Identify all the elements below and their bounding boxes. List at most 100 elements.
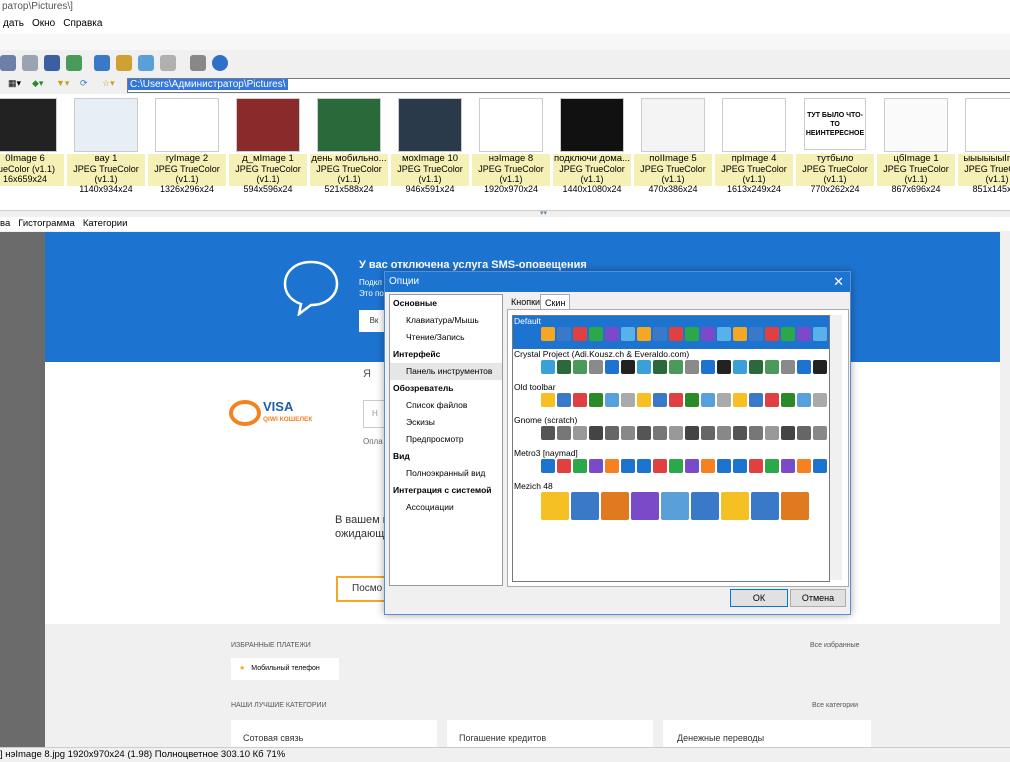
menu-help[interactable]: Справка: [63, 14, 102, 34]
tree-item[interactable]: Полноэкранный вид: [390, 465, 502, 482]
category-credit[interactable]: Погашение кредитов: [447, 720, 653, 747]
tree-item[interactable]: Клавиатура/Мышь: [390, 312, 502, 329]
thumbnail-dims: 946x591x24: [405, 184, 455, 194]
thumbnail-item[interactable]: ryImage 2 JPEG TrueColor (v1.1) 1326x296x2…: [148, 96, 226, 194]
tab-buttons[interactable]: Кнопки: [507, 294, 544, 310]
tree-item[interactable]: Вид: [390, 448, 502, 465]
thumbnail-caption: цбImage 1 JPEG TrueColor (v1.1) 867x696x24: [877, 154, 955, 194]
tree-item[interactable]: Эскизы: [390, 414, 502, 431]
tree-item[interactable]: Ассоциации: [390, 499, 502, 516]
toolbar-preview-icon: [685, 426, 699, 440]
address-field[interactable]: C:\Users\Администратор\Pictures\: [127, 78, 1010, 93]
tab-histogram[interactable]: Гистограмма: [18, 217, 75, 231]
thumbnail-item[interactable]: день мобильно... JPEG TrueColor (v1.1) 521…: [310, 96, 388, 194]
thumbnail-item[interactable]: вау 1 JPEG TrueColor (v1.1) 1140x934x24: [67, 96, 145, 194]
favorite-mobile[interactable]: ★ Мобильный телефон: [231, 658, 339, 680]
tree-item[interactable]: Предпросмотр: [390, 431, 502, 448]
ok-button[interactable]: ОК: [730, 589, 788, 607]
category-mobile[interactable]: Сотовая связь: [231, 720, 437, 747]
tree-item[interactable]: Чтение/Запись: [390, 329, 502, 346]
cancel-button[interactable]: Отмена: [790, 589, 846, 607]
refresh-icon[interactable]: ⟳: [80, 78, 88, 89]
category-transfers[interactable]: Денежные переводы: [663, 720, 871, 747]
skin-preview-icons: [541, 492, 809, 520]
scanner-icon[interactable]: [44, 55, 60, 71]
thumbnail-item[interactable]: подключи дома... JPEG TrueColor (v1.1) 144…: [553, 96, 631, 194]
splitter-grip-icon[interactable]: ▾▾: [540, 209, 547, 217]
toolbar-preview-icon: [717, 426, 731, 440]
thumbnail-item[interactable]: поIImage 5 JPEG TrueColor (v1.1) 470x386x2…: [634, 96, 712, 194]
tree-item[interactable]: Панель инструментов: [390, 363, 502, 380]
toolbar-preview-icon: [605, 459, 619, 473]
window-title: ратор\Pictures\]: [0, 0, 1010, 14]
toolbar-preview-icon: [797, 393, 811, 407]
image-icon[interactable]: [66, 55, 82, 71]
tree-item[interactable]: Интеграция с системой: [390, 482, 502, 499]
thumbnail-item[interactable]: прImage 4 JPEG TrueColor (v1.1) 1613x249x2…: [715, 96, 793, 194]
thumbnail-item[interactable]: нэImage 8 JPEG TrueColor (v1.1) 1920x970x2…: [472, 96, 550, 194]
toolbar-preview-icon: [749, 327, 763, 341]
toolbar-preview-icon: [717, 459, 731, 473]
thumbnail-item[interactable]: ТУТ БЫЛО ЧТО-ТО НЕИНТЕРЕСНОЕ тутбыло JPEG …: [796, 96, 874, 194]
gear-icon[interactable]: [190, 55, 206, 71]
toolbar-preview-icon: [701, 426, 715, 440]
globe-icon[interactable]: [138, 55, 154, 71]
tab-categories[interactable]: Категории: [83, 217, 128, 231]
slideshow-icon[interactable]: [116, 55, 132, 71]
toolbar-preview-icon: [765, 459, 779, 473]
categories-all-link[interactable]: Все категории: [812, 702, 858, 709]
toolbar-preview-icon: [733, 393, 747, 407]
menu-window[interactable]: Окно: [32, 14, 55, 34]
skin-item[interactable]: Mezich 48: [513, 481, 829, 541]
skin-item[interactable]: Gnome (scratch): [513, 415, 829, 448]
tree-item[interactable]: Список файлов: [390, 397, 502, 414]
pay-link[interactable]: Опла: [363, 437, 383, 446]
tree-item[interactable]: Основные: [390, 295, 502, 312]
tab-properties[interactable]: ва: [0, 217, 10, 231]
thumbnail-item[interactable]: 0Image 6 rueColor (v1.1) 16x659x24: [0, 96, 64, 186]
menu-bar: дать Окно Справка: [0, 14, 1010, 34]
nav-icon[interactable]: ◆▾: [32, 78, 43, 89]
toolbar-preview-icon: [573, 426, 587, 440]
user-icon[interactable]: Я: [363, 368, 371, 380]
tree-item[interactable]: Интерфейс: [390, 346, 502, 363]
thumbnail-image: [0, 98, 57, 152]
binoculars-icon[interactable]: [0, 55, 16, 71]
thumbnail-image: [560, 98, 624, 152]
filter-icon[interactable]: ▼▾: [56, 78, 69, 89]
menu-edit[interactable]: дать: [3, 14, 24, 34]
skin-scrollbar[interactable]: [830, 315, 842, 580]
close-icon[interactable]: ✕: [833, 272, 844, 292]
favorites-all-link[interactable]: Все избранные: [810, 642, 860, 649]
toolbar-preview-icon: [621, 459, 635, 473]
grid-icon[interactable]: [160, 55, 176, 71]
page-footer: ИЗБРАННЫЕ ПЛАТЕЖИ Все избранные ★ Мобильн…: [45, 624, 1000, 747]
thumbnail-name: день мобильно...: [311, 153, 387, 164]
thumbnail-type: rueColor (v1.1): [0, 164, 56, 174]
thumbnail-item[interactable]: д_мImage 1 JPEG TrueColor (v1.1) 594x596x2…: [229, 96, 307, 194]
print-icon[interactable]: [22, 55, 38, 71]
skin-list[interactable]: Default Crystal Project (Adi.Kousz.ch & E…: [512, 315, 830, 582]
view-icon[interactable]: ▦▾: [8, 78, 21, 89]
thumbnail-image: [317, 98, 381, 152]
toolbar-preview-icon: [781, 459, 795, 473]
info-tabs: ва Гистограмма Категории: [0, 217, 1010, 231]
toolbar-preview-icon: [691, 492, 719, 520]
toolbar-preview-icon: [765, 327, 779, 341]
dialog-title: Опции: [385, 272, 850, 292]
thumbnail-dims: 16x659x24: [2, 174, 48, 184]
skin-item[interactable]: Crystal Project (Adi.Kousz.ch & Everaldo…: [513, 349, 829, 382]
thumbnail-item[interactable]: ыыыыыыImageJPEG TrueColor (v1.1)851x145x…: [958, 96, 1010, 194]
skin-item[interactable]: Metro3 [naymad]: [513, 448, 829, 481]
tree-item[interactable]: Обозреватель: [390, 380, 502, 397]
thumbnail-name: д_мImage 1: [242, 153, 294, 164]
toolbar-preview-icon: [589, 360, 603, 374]
thumbnail-item[interactable]: мохImage 10 JPEG TrueColor (v1.1) 946x591x…: [391, 96, 469, 194]
thumbnail-item[interactable]: цбImage 1 JPEG TrueColor (v1.1) 867x696x24: [877, 96, 955, 194]
skin-preview-icons: [541, 360, 829, 374]
skin-item[interactable]: Old toolbar: [513, 382, 829, 415]
favorites-icon[interactable]: ☆▾: [102, 78, 115, 89]
save-icon[interactable]: [94, 55, 110, 71]
skin-item[interactable]: Default: [513, 316, 829, 349]
info-icon[interactable]: [212, 55, 228, 71]
